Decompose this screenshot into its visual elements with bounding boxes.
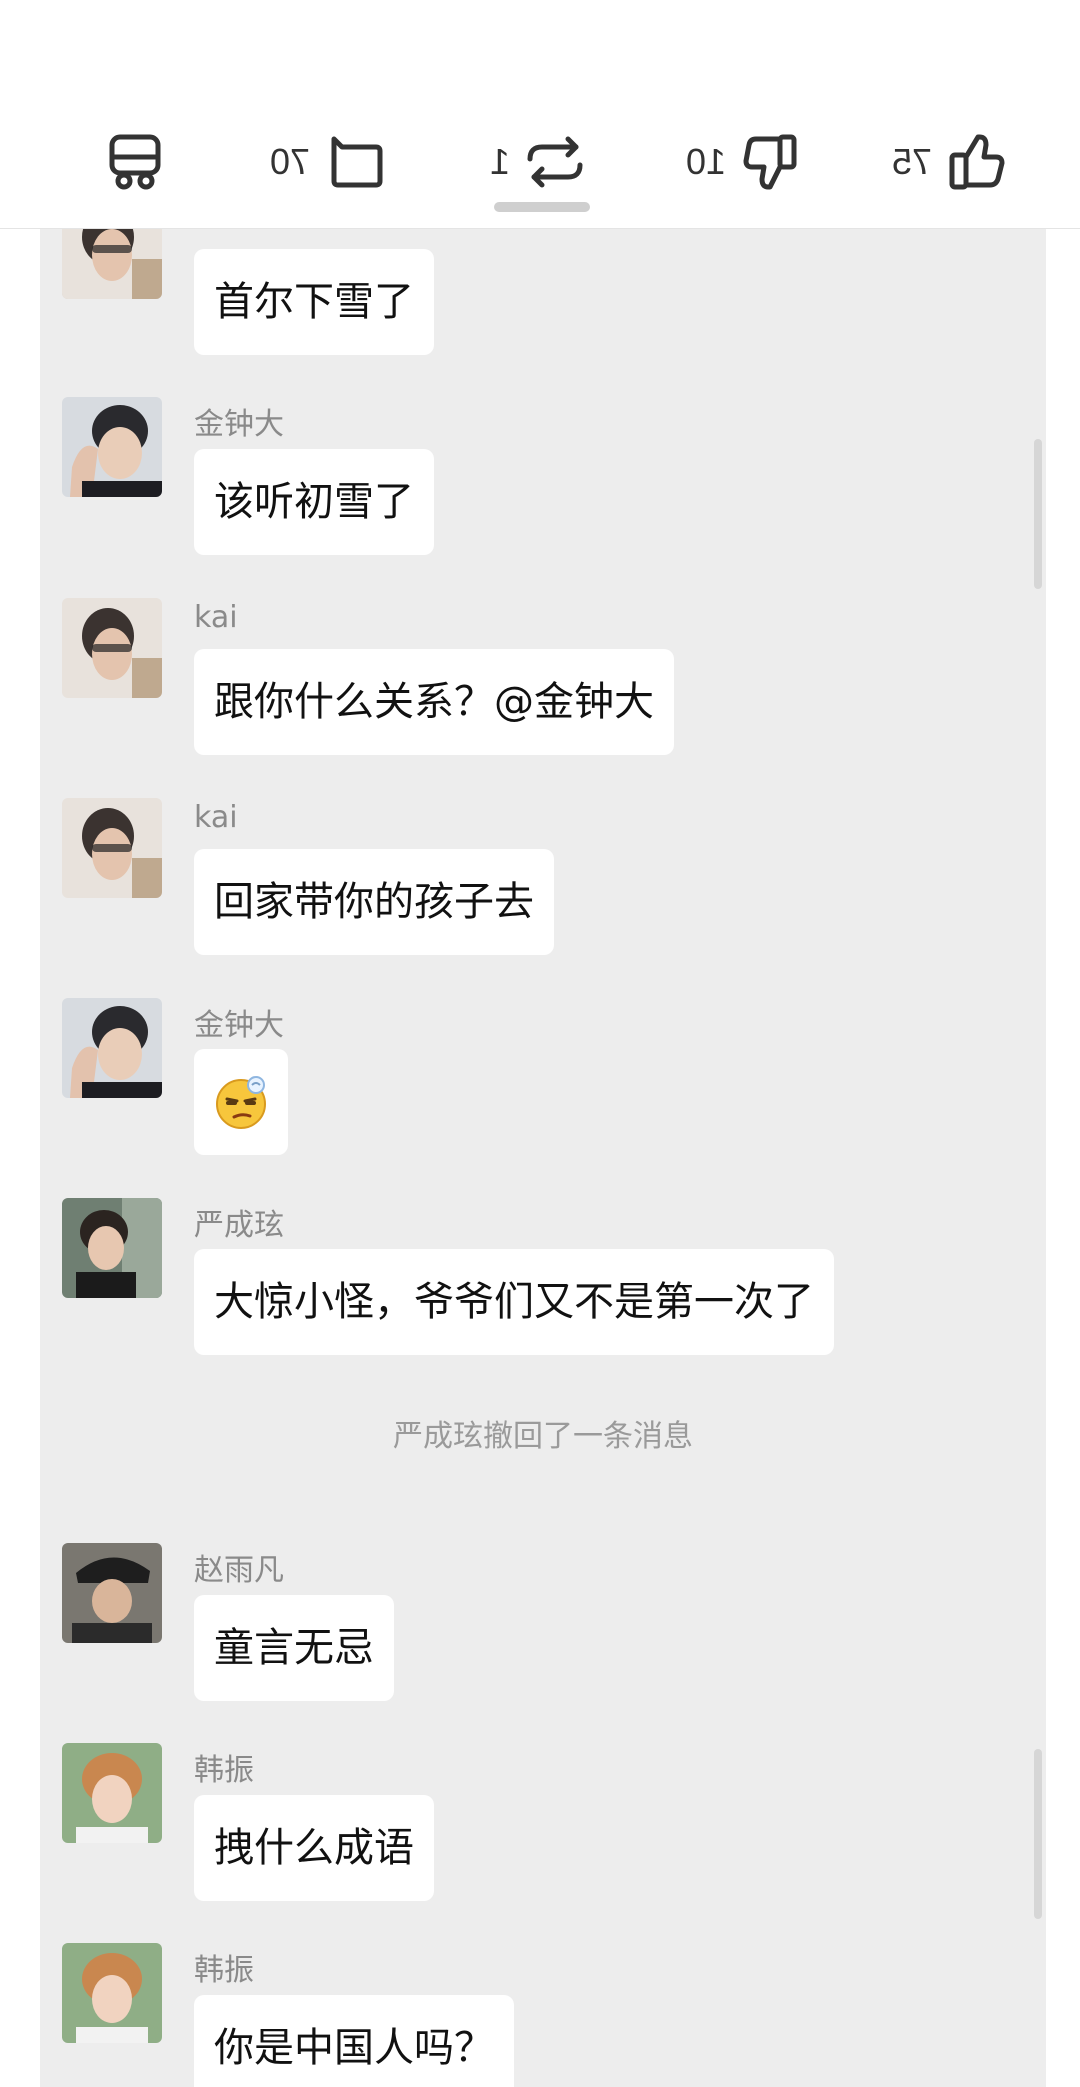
like-action[interactable]: 75 [892, 130, 1008, 194]
message-bubble[interactable]: 该听初雪了 [194, 449, 434, 555]
dislike-count: 10 [686, 141, 727, 182]
scrollbar-upper[interactable] [1034, 439, 1042, 589]
comment-action[interactable]: 70 [270, 130, 386, 194]
sender-name: kai [194, 600, 238, 635]
drag-handle[interactable] [494, 202, 590, 212]
avatar[interactable] [62, 229, 162, 299]
tray-icon [104, 131, 166, 193]
dislike-action[interactable]: 10 [686, 130, 802, 194]
like-count: 75 [892, 141, 933, 182]
message-bubble[interactable]: 跟你什么关系？@金钟大 [194, 649, 674, 755]
post-action-bar: 70 1 10 75 [0, 0, 1080, 229]
chat-area[interactable]: 首尔下雪了 金钟大 该听初雪了 kai 跟你什么关系？@金钟大 kai 回家带你… [40, 229, 1046, 2087]
avatar[interactable] [62, 397, 162, 497]
sender-name: 严成玹 [194, 1208, 284, 1243]
message-bubble[interactable]: 首尔下雪了 [194, 249, 434, 355]
message-bubble[interactable] [194, 1049, 288, 1155]
smirk-emoji-icon [216, 1076, 266, 1129]
sender-name: kai [194, 800, 238, 835]
avatar[interactable] [62, 1198, 162, 1298]
message-bubble[interactable]: 大惊小怪，爷爷们又不是第一次了 [194, 1249, 834, 1355]
avatar[interactable] [62, 798, 162, 898]
sender-name: 赵雨凡 [194, 1553, 284, 1588]
scrollbar-lower[interactable] [1034, 1749, 1042, 1919]
sender-name: 金钟大 [194, 407, 284, 442]
avatar[interactable] [62, 598, 162, 698]
message-bubble[interactable]: 回家带你的孩子去 [194, 849, 554, 955]
thumbs-up-icon [946, 131, 1008, 193]
avatar[interactable] [62, 998, 162, 1098]
thumbs-down-icon [740, 131, 802, 193]
repost-icon [524, 131, 586, 193]
comment-count: 70 [270, 141, 311, 182]
sender-name: 金钟大 [194, 1008, 284, 1043]
message-bubble[interactable]: 你是中国人吗？ [194, 1995, 514, 2087]
recall-notice: 严成玹撤回了一条消息 [393, 1419, 693, 1454]
repost-action[interactable]: 1 [490, 130, 586, 194]
message-bubble[interactable]: 童言无忌 [194, 1595, 394, 1701]
avatar[interactable] [62, 1743, 162, 1843]
sender-name: 韩振 [194, 1753, 254, 1788]
repost-count: 1 [490, 141, 511, 182]
message-bubble[interactable]: 拽什么成语 [194, 1795, 434, 1901]
sender-name: 韩振 [194, 1953, 254, 1988]
avatar[interactable] [62, 1543, 162, 1643]
share-action[interactable] [104, 130, 166, 194]
avatar[interactable] [62, 1943, 162, 2043]
comment-icon [324, 131, 386, 193]
